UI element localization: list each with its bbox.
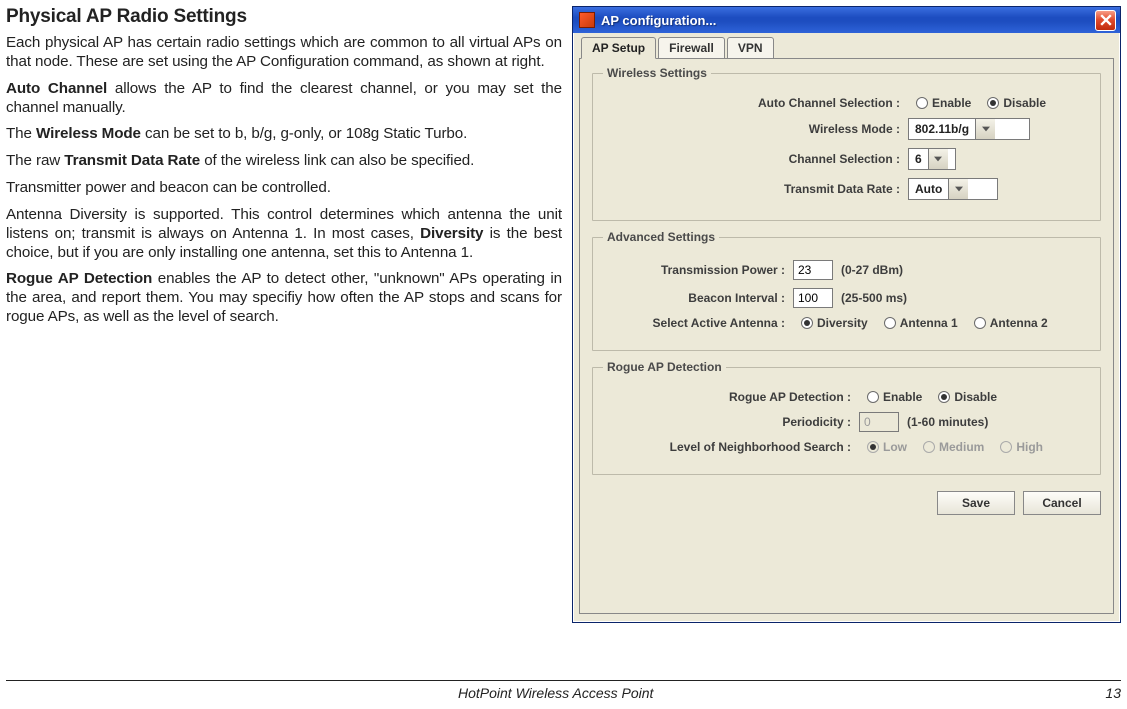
group-legend: Rogue AP Detection — [603, 360, 726, 374]
app-icon — [579, 12, 595, 28]
tab-ap-setup[interactable]: AP Setup — [581, 37, 656, 59]
group-legend: Wireless Settings — [603, 66, 711, 80]
paragraph: The raw Transmit Data Rate of the wirele… — [6, 152, 562, 171]
radio-label: Disable — [1003, 96, 1046, 110]
radio-label: Enable — [932, 96, 971, 110]
radio-label: Medium — [939, 440, 984, 454]
select-value: Auto — [909, 179, 948, 199]
input-beacon-interval[interactable]: 100 — [793, 288, 833, 308]
paragraph: Auto Channel allows the AP to find the c… — [6, 80, 562, 118]
radio-label: Antenna 2 — [990, 316, 1048, 330]
radio-auto-channel-enable[interactable] — [916, 97, 928, 109]
radio-label: Diversity — [817, 316, 868, 330]
label-periodicity: Periodicity : — [603, 415, 859, 429]
tab-firewall[interactable]: Firewall — [658, 37, 725, 59]
select-value: 6 — [909, 149, 928, 169]
label-active-antenna: Select Active Antenna : — [603, 316, 793, 330]
radio-rogue-enable[interactable] — [867, 391, 879, 403]
chevron-down-icon — [975, 119, 995, 139]
label-wireless-mode: Wireless Mode : — [603, 122, 908, 136]
group-advanced-settings: Advanced Settings Transmission Power : 2… — [592, 237, 1101, 351]
ap-config-window: AP configuration... AP Setup Firewall VP… — [572, 6, 1121, 623]
paragraph: Each physical AP has certain radio setti… — [6, 34, 562, 72]
radio-search-medium — [923, 441, 935, 453]
paragraph: Transmitter power and beacon can be cont… — [6, 179, 562, 198]
hint-beacon: (25-500 ms) — [841, 291, 907, 305]
label-neighborhood-search: Level of Neighborhood Search : — [603, 440, 859, 454]
input-periodicity: 0 — [859, 412, 899, 432]
window-titlebar[interactable]: AP configuration... — [573, 7, 1120, 33]
group-rogue-ap: Rogue AP Detection Rogue AP Detection : … — [592, 367, 1101, 475]
save-button[interactable]: Save — [937, 491, 1015, 515]
input-transmission-power[interactable]: 23 — [793, 260, 833, 280]
cancel-button[interactable]: Cancel — [1023, 491, 1101, 515]
label-channel-selection: Channel Selection : — [603, 152, 908, 166]
select-transmit-rate[interactable]: Auto — [908, 178, 998, 200]
paragraph: Rogue AP Detection enables the AP to det… — [6, 270, 562, 327]
page-heading: Physical AP Radio Settings — [6, 6, 562, 28]
radio-antenna-diversity[interactable] — [801, 317, 813, 329]
radio-search-low — [867, 441, 879, 453]
label-transmission-power: Transmission Power : — [603, 263, 793, 277]
page-number: 13 — [1105, 685, 1121, 701]
label-auto-channel: Auto Channel Selection : — [603, 96, 908, 110]
radio-label: High — [1016, 440, 1043, 454]
select-channel[interactable]: 6 — [908, 148, 956, 170]
radio-label: Enable — [883, 390, 922, 404]
window-title: AP configuration... — [601, 13, 716, 28]
radio-label: Antenna 1 — [900, 316, 958, 330]
paragraph: Antenna Diversity is supported. This con… — [6, 206, 562, 263]
hint-periodicity: (1-60 minutes) — [907, 415, 988, 429]
tab-vpn[interactable]: VPN — [727, 37, 774, 59]
radio-search-high — [1000, 441, 1012, 453]
select-value: 802.11b/g — [909, 119, 975, 139]
footer-title: HotPoint Wireless Access Point — [6, 685, 1105, 701]
label-rogue-detection: Rogue AP Detection : — [603, 390, 859, 404]
document-text: Physical AP Radio Settings Each physical… — [6, 6, 562, 623]
select-wireless-mode[interactable]: 802.11b/g — [908, 118, 1030, 140]
label-beacon-interval: Beacon Interval : — [603, 291, 793, 305]
group-wireless-settings: Wireless Settings Auto Channel Selection… — [592, 73, 1101, 221]
radio-antenna-1[interactable] — [884, 317, 896, 329]
close-icon[interactable] — [1095, 10, 1116, 31]
radio-rogue-disable[interactable] — [938, 391, 950, 403]
chevron-down-icon — [928, 149, 948, 169]
label-transmit-rate: Transmit Data Rate : — [603, 182, 908, 196]
chevron-down-icon — [948, 179, 968, 199]
radio-label: Low — [883, 440, 907, 454]
hint-power: (0-27 dBm) — [841, 263, 903, 277]
paragraph: The Wireless Mode can be set to b, b/g, … — [6, 125, 562, 144]
radio-auto-channel-disable[interactable] — [987, 97, 999, 109]
page-footer: HotPoint Wireless Access Point 13 — [6, 680, 1121, 701]
radio-label: Disable — [954, 390, 997, 404]
radio-antenna-2[interactable] — [974, 317, 986, 329]
group-legend: Advanced Settings — [603, 230, 719, 244]
